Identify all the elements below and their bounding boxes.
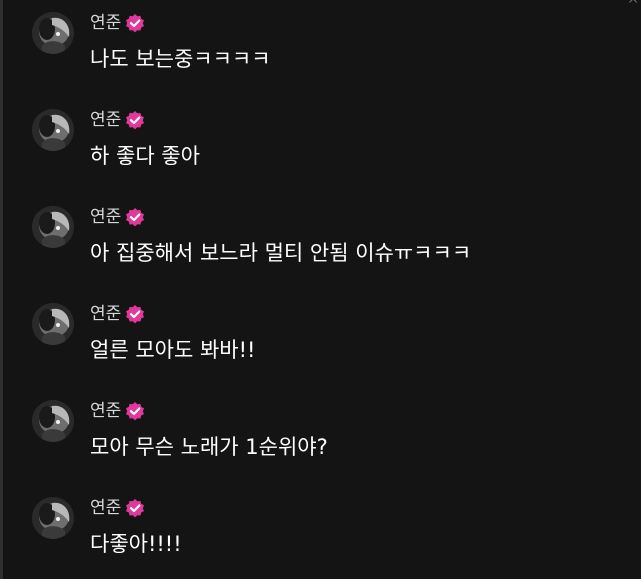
sender-name: 연준 — [90, 401, 122, 421]
sender-name: 연준 — [90, 498, 122, 518]
message-text: 하 좋다 좋아 — [90, 144, 200, 168]
message-item: 연준 얼른 모아도 봐바!! — [0, 291, 641, 381]
avatar[interactable] — [32, 400, 74, 442]
sender-name: 연준 — [90, 110, 122, 130]
message-item: 연준 다좋아!!!! — [0, 485, 641, 575]
avatar[interactable] — [32, 109, 74, 151]
message-text: 얼른 모아도 봐바!! — [90, 338, 256, 362]
message-text: 모아 무슨 노래가 1순위야? — [90, 435, 328, 459]
message-text: 아 집중해서 보느라 멀티 안됨 이슈ㅠㅋㅋㅋ — [90, 241, 472, 265]
verified-badge-icon — [126, 111, 145, 130]
avatar[interactable] — [32, 12, 74, 54]
message-text: 나도 보는중ㅋㅋㅋㅋ — [90, 47, 271, 71]
avatar[interactable] — [32, 303, 74, 345]
avatar[interactable] — [32, 206, 74, 248]
verified-badge-icon — [126, 14, 145, 33]
verified-badge-icon — [126, 208, 145, 227]
message-item: 연준 모아 무슨 노래가 1순위야? — [0, 388, 641, 478]
message-item: 연준 아 집중해서 보느라 멀티 안됨 이슈ㅠㅋㅋㅋ — [0, 194, 641, 284]
sender-name: 연준 — [90, 13, 122, 33]
message-item: 연준 하 좋다 좋아 — [0, 97, 641, 187]
verified-badge-icon — [126, 402, 145, 421]
verified-badge-icon — [126, 499, 145, 518]
avatar[interactable] — [32, 497, 74, 539]
message-item: 연준 나도 보는중ㅋㅋㅋㅋ — [0, 0, 641, 90]
sender-name: 연준 — [90, 207, 122, 227]
message-text: 다좋아!!!! — [90, 532, 182, 556]
sender-name: 연준 — [90, 304, 122, 324]
verified-badge-icon — [126, 305, 145, 324]
